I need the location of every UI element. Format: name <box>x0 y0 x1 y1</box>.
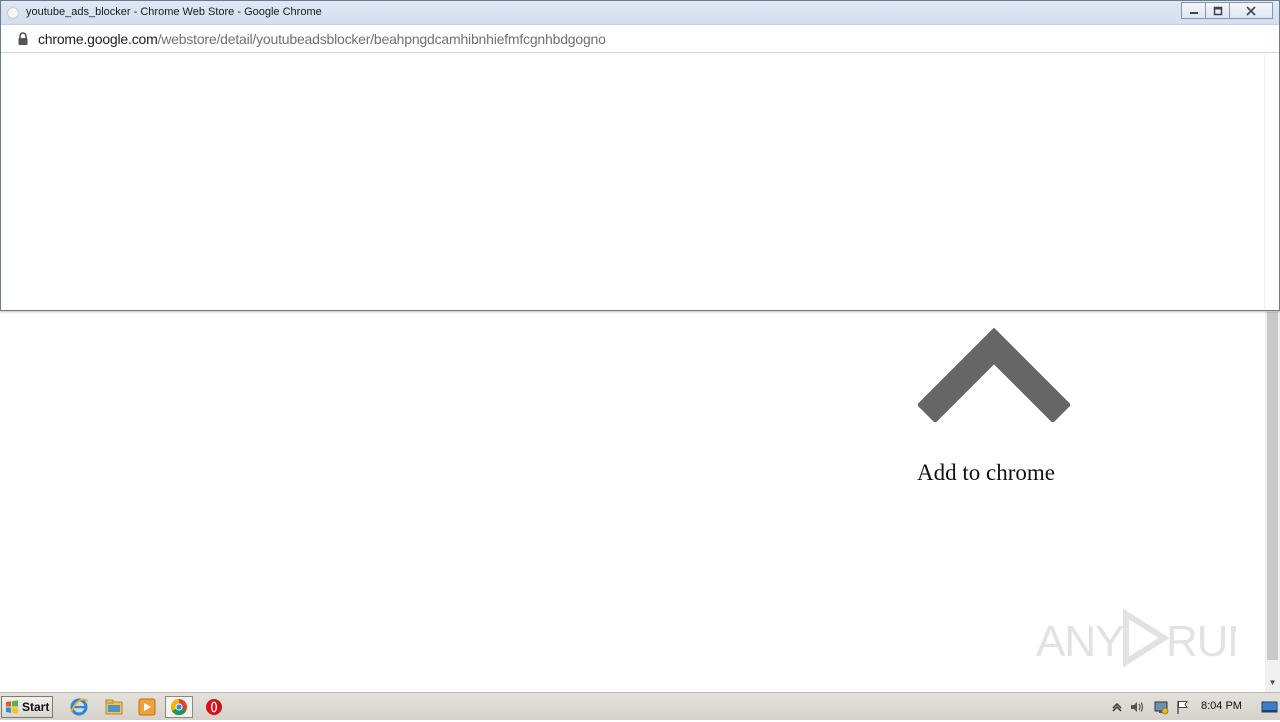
page-favicon-icon <box>7 7 19 19</box>
show-desktop-icon[interactable] <box>1261 699 1279 715</box>
popup-scrollbar[interactable] <box>1264 54 1279 310</box>
address-bar[interactable]: chrome.google.com/webstore/detail/youtub… <box>1 26 1279 53</box>
title-bar[interactable]: youtube_ads_blocker - Chrome Web Store -… <box>1 1 1279 25</box>
chrome-taskbar-button[interactable] <box>165 696 193 718</box>
show-hidden-icons-icon[interactable] <box>1109 699 1125 715</box>
anyrun-watermark: ANY RUN <box>1036 606 1259 670</box>
window-controls <box>1181 2 1273 19</box>
clock[interactable]: 8:04 PM <box>1201 700 1242 712</box>
popup-content-area <box>1 54 1279 310</box>
watermark-text-any: ANY <box>1036 617 1124 666</box>
minimize-button[interactable] <box>1181 2 1206 19</box>
lock-icon <box>18 32 28 45</box>
chrome-popup-window: youtube_ads_blocker - Chrome Web Store -… <box>0 0 1280 311</box>
system-tray: 8:04 PM <box>1105 693 1280 721</box>
start-label: Start <box>22 700 50 714</box>
maximize-button[interactable] <box>1205 2 1230 19</box>
chevron-up-icon[interactable] <box>916 326 1072 424</box>
url-host: chrome.google.com <box>38 31 158 47</box>
chrome-icon <box>170 698 187 716</box>
watermark-text-run: RUN <box>1166 617 1236 666</box>
volume-icon[interactable] <box>1129 699 1145 715</box>
window-title: youtube_ads_blocker - Chrome Web Store -… <box>26 6 322 18</box>
scrollbar-thumb[interactable] <box>1267 312 1278 660</box>
internet-explorer-icon[interactable] <box>68 697 90 717</box>
opera-icon[interactable] <box>203 697 225 717</box>
action-center-flag-icon[interactable] <box>1175 699 1191 715</box>
url-text[interactable]: chrome.google.com/webstore/detail/youtub… <box>38 31 606 47</box>
taskbar: Start 8:04 PM <box>0 692 1280 720</box>
network-icon[interactable] <box>1153 699 1169 715</box>
start-button[interactable]: Start <box>1 696 53 718</box>
media-player-icon[interactable] <box>136 697 158 717</box>
add-to-chrome-label[interactable]: Add to chrome <box>886 460 1086 486</box>
scroll-down-arrow-icon[interactable]: ▼ <box>1265 676 1280 690</box>
close-button[interactable] <box>1229 2 1273 19</box>
windows-logo-icon <box>6 700 18 714</box>
file-explorer-icon[interactable] <box>103 697 125 717</box>
url-path: /webstore/detail/youtubeadsblocker/beahp… <box>157 31 606 47</box>
